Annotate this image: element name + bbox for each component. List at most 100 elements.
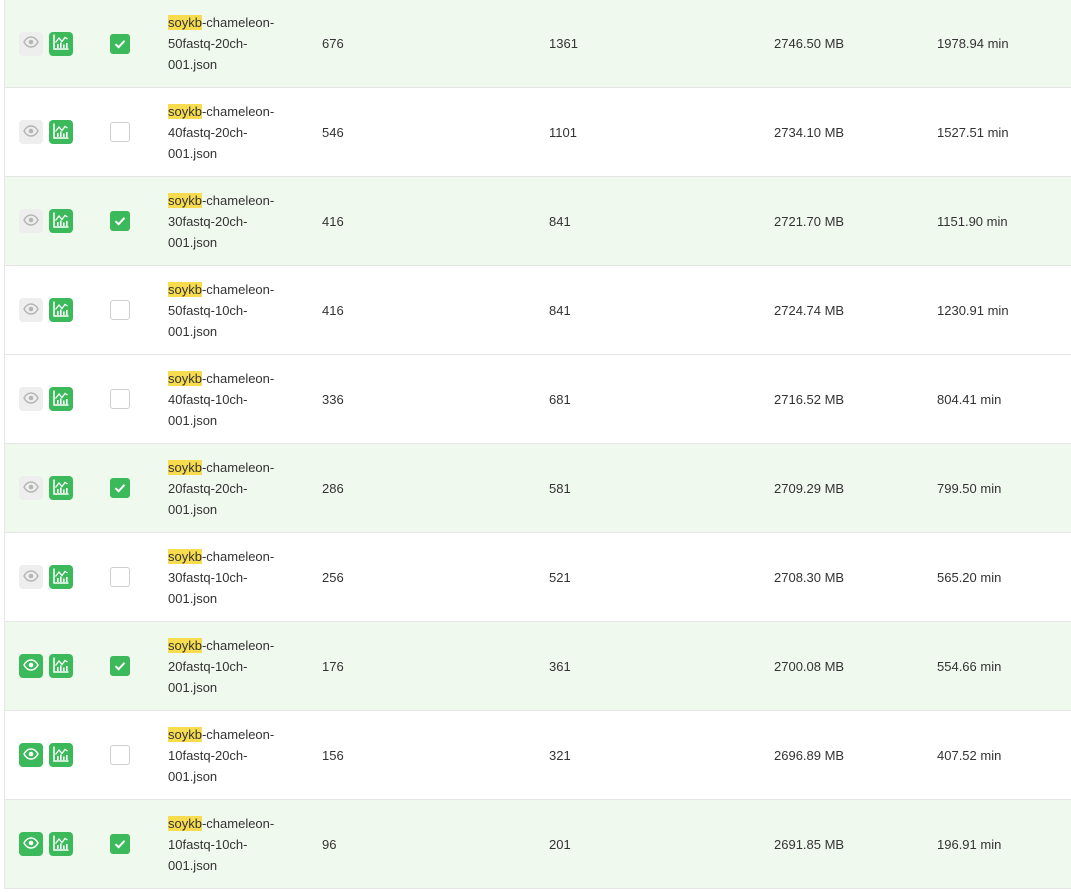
search-highlight: soykb — [168, 459, 202, 475]
name-part: 001.json — [168, 323, 218, 339]
chart-button[interactable] — [49, 832, 73, 856]
table-row: soykb-chameleon- 10fastq-10ch- 001.json … — [5, 800, 1071, 889]
search-highlight: soykb — [168, 548, 202, 564]
workflow-file-name[interactable]: soykb-chameleon- 40fastq-10ch- 001.json — [168, 368, 274, 431]
table-row: soykb-chameleon- 30fastq-20ch- 001.json … — [5, 177, 1071, 266]
workflow-file-name[interactable]: soykb-chameleon- 20fastq-20ch- 001.json — [168, 457, 274, 520]
workflow-file-name[interactable]: soykb-chameleon- 20fastq-10ch- 001.json — [168, 635, 274, 698]
name-part: -chameleon- — [201, 192, 275, 208]
files-count: 1101 — [549, 124, 577, 140]
tasks-count: 416 — [322, 302, 344, 318]
workflow-file-name[interactable]: soykb-chameleon- 10fastq-20ch- 001.json — [168, 724, 274, 787]
name-part: -chameleon- — [201, 281, 275, 297]
view-button[interactable] — [19, 387, 43, 411]
tasks-count: 96 — [322, 836, 337, 852]
name-part: 001.json — [168, 145, 218, 161]
row-select-checkbox[interactable] — [110, 33, 130, 54]
chart-button[interactable] — [49, 565, 73, 589]
bar-chart-icon — [52, 745, 70, 766]
chart-button[interactable] — [49, 31, 73, 56]
table-row: soykb-chameleon- 50fastq-10ch- 001.json … — [5, 266, 1071, 355]
files-count: 681 — [549, 391, 571, 407]
name-part: 001.json — [168, 234, 218, 250]
bar-chart-icon — [52, 656, 70, 677]
row-select-checkbox[interactable] — [110, 567, 130, 587]
workflow-file-name[interactable]: soykb-chameleon- 50fastq-10ch- 001.json — [168, 279, 274, 342]
row-select-checkbox[interactable] — [110, 745, 130, 765]
name-part: -chameleon- — [201, 459, 275, 475]
search-highlight: soykb — [168, 281, 202, 297]
chart-button[interactable] — [49, 298, 73, 322]
view-button[interactable] — [19, 120, 43, 144]
data-size: 2708.30 MB — [774, 569, 845, 585]
name-part: 20fastq-10ch- — [168, 658, 248, 674]
name-part: -chameleon- — [201, 815, 275, 831]
chart-button[interactable] — [49, 476, 73, 500]
data-size: 2724.74 MB — [774, 302, 845, 318]
makespan-time: 565.20 min — [937, 569, 1002, 585]
view-button[interactable] — [19, 298, 43, 322]
search-highlight: soykb — [168, 370, 202, 386]
search-highlight: soykb — [168, 103, 202, 119]
name-part: 001.json — [168, 768, 218, 784]
chart-button[interactable] — [49, 387, 73, 411]
name-part: 30fastq-10ch- — [168, 569, 248, 585]
row-select-checkbox[interactable] — [110, 656, 130, 676]
view-button[interactable] — [19, 565, 43, 589]
eye-icon — [23, 479, 39, 498]
tasks-count: 256 — [322, 569, 344, 585]
row-select-checkbox[interactable] — [110, 300, 130, 320]
name-part: 50fastq-10ch- — [168, 302, 248, 318]
workflow-file-name[interactable]: soykb-chameleon- 30fastq-10ch- 001.json — [168, 546, 274, 609]
row-select-checkbox[interactable] — [110, 478, 130, 498]
makespan-time: 1527.51 min — [937, 124, 1009, 140]
files-count: 1361 — [549, 36, 578, 51]
chart-button[interactable] — [49, 209, 73, 233]
tasks-count: 416 — [322, 213, 344, 229]
tasks-count: 336 — [322, 391, 344, 407]
name-part: 30fastq-20ch- — [168, 213, 248, 229]
name-part: -chameleon- — [201, 548, 275, 564]
view-button[interactable] — [19, 654, 43, 678]
view-button[interactable] — [19, 476, 43, 500]
tasks-count: 176 — [322, 658, 344, 674]
row-select-checkbox[interactable] — [110, 122, 130, 142]
name-part: 001.json — [168, 57, 218, 72]
view-button[interactable] — [19, 743, 43, 767]
data-size: 2696.89 MB — [774, 747, 845, 763]
table-row: soykb-chameleon- 50fastq-20ch- 001.json … — [5, 0, 1071, 88]
name-part: -chameleon- — [201, 103, 275, 119]
bar-chart-icon — [52, 478, 70, 499]
chart-button[interactable] — [49, 654, 73, 678]
name-part: -chameleon- — [201, 637, 275, 653]
bar-chart-icon — [52, 389, 70, 410]
row-select-checkbox[interactable] — [110, 211, 130, 231]
name-part: 40fastq-20ch- — [168, 124, 248, 140]
makespan-time: 1151.90 min — [937, 213, 1008, 229]
table-row: soykb-chameleon- 20fastq-10ch- 001.json … — [5, 622, 1071, 711]
makespan-time: 1230.91 min — [937, 302, 1009, 318]
data-size: 2734.10 MB — [774, 124, 845, 140]
bar-chart-icon — [52, 300, 70, 321]
row-select-checkbox[interactable] — [110, 389, 130, 409]
eye-icon — [23, 34, 39, 53]
chart-button[interactable] — [49, 120, 73, 144]
eye-icon — [23, 390, 39, 409]
view-button[interactable] — [19, 31, 43, 56]
row-select-checkbox[interactable] — [110, 834, 130, 854]
checkmark-icon — [113, 659, 127, 673]
name-part: 001.json — [168, 679, 218, 695]
workflow-file-name[interactable]: soykb-chameleon- 50fastq-20ch- 001.json — [168, 12, 274, 75]
files-count: 521 — [549, 569, 571, 585]
chart-button[interactable] — [49, 743, 73, 767]
workflow-file-name[interactable]: soykb-chameleon- 40fastq-20ch- 001.json — [168, 101, 274, 164]
workflow-file-name[interactable]: soykb-chameleon- 30fastq-20ch- 001.json — [168, 190, 274, 253]
name-part: -chameleon- — [201, 15, 275, 30]
view-button[interactable] — [19, 209, 43, 233]
files-count: 841 — [549, 302, 571, 318]
name-part: -chameleon- — [201, 370, 275, 386]
data-size: 2746.50 MB — [774, 36, 845, 51]
view-button[interactable] — [19, 832, 43, 856]
search-highlight: soykb — [168, 726, 202, 742]
workflow-file-name[interactable]: soykb-chameleon- 10fastq-10ch- 001.json — [168, 813, 274, 876]
